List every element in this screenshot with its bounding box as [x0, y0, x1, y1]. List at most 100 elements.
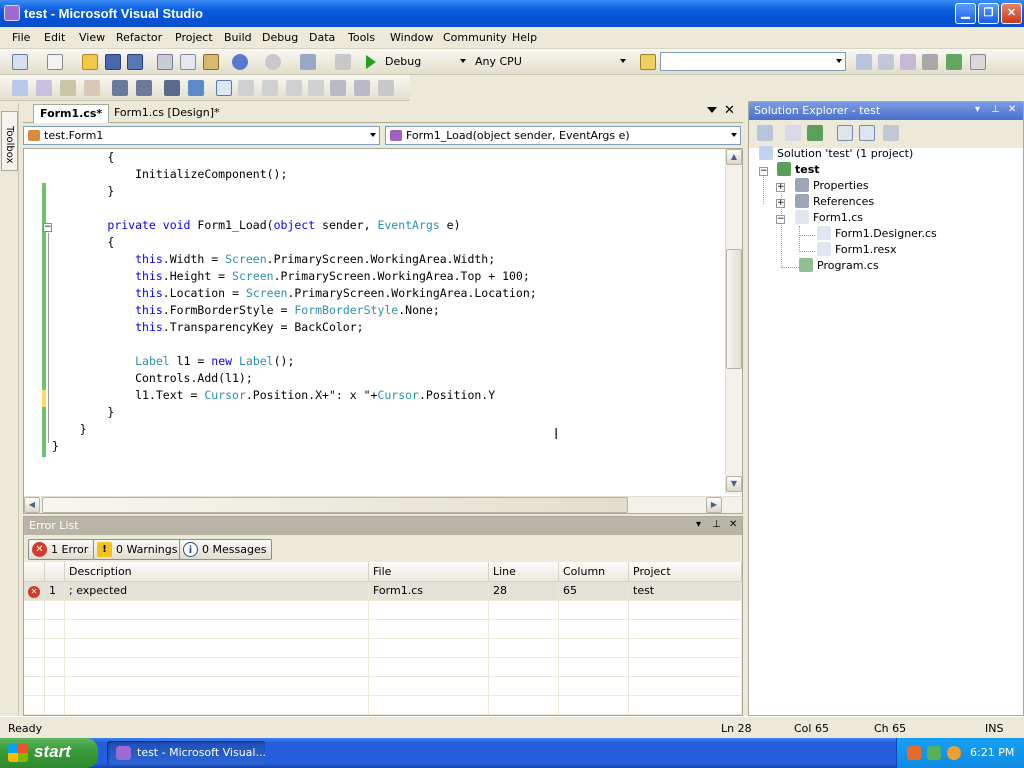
members-combo[interactable]: Form1_Load(object sender, EventArgs e): [385, 126, 741, 145]
close-panel-icon[interactable]: ✕: [1008, 104, 1016, 115]
next-bookmark-icon[interactable]: [262, 80, 278, 96]
find-in-files-icon[interactable]: [640, 54, 656, 70]
redo-icon[interactable]: [265, 54, 281, 70]
maximize-button[interactable]: ❐: [978, 3, 999, 24]
vertical-scroll-thumb[interactable]: [726, 249, 742, 369]
tab-form1-design[interactable]: Form1.cs [Design]*: [108, 104, 226, 123]
collapse-test-icon[interactable]: −: [759, 167, 768, 176]
code-line[interactable]: }: [52, 183, 114, 200]
toolbox-icon[interactable]: [922, 54, 938, 70]
save-all-icon[interactable]: [127, 54, 143, 70]
find-combo[interactable]: [660, 52, 846, 71]
errors-filter-button[interactable]: ✕ 1 Error: [28, 539, 95, 560]
close-panel-icon[interactable]: ✕: [729, 519, 737, 530]
minimize-button[interactable]: ▁: [955, 3, 976, 24]
other-windows-icon[interactable]: [970, 54, 986, 70]
comment-lines-icon[interactable]: [164, 80, 180, 96]
tree-node-form1-designer[interactable]: Form1.Designer.cs: [817, 226, 937, 242]
code-line[interactable]: this.FormBorderStyle = FormBorderStyle.N…: [52, 302, 440, 319]
solution-config-combo[interactable]: Debug: [380, 52, 470, 71]
copy-icon[interactable]: [180, 54, 196, 70]
code-line[interactable]: }: [52, 421, 87, 438]
start-debugging-icon[interactable]: [366, 55, 376, 69]
next-bookmark-in-document-icon[interactable]: [354, 80, 370, 96]
code-line[interactable]: Controls.Add(l1);: [52, 370, 253, 387]
show-all-files-icon[interactable]: [785, 125, 801, 141]
add-item-icon[interactable]: [47, 54, 63, 70]
types-combo[interactable]: test.Form1: [23, 126, 380, 145]
toolbox-tab[interactable]: Toolbox: [1, 111, 18, 171]
column-header-column[interactable]: Column: [558, 562, 629, 582]
collapse-form1-icon[interactable]: −: [776, 215, 785, 224]
tree-node-project[interactable]: test: [777, 162, 820, 178]
view-class-diagram-icon[interactable]: [883, 125, 899, 141]
save-icon[interactable]: [105, 54, 121, 70]
display-parameter-info-icon[interactable]: [36, 80, 52, 96]
menu-project[interactable]: Project: [175, 31, 213, 44]
clear-bookmarks-icon[interactable]: [378, 80, 394, 96]
open-folder-icon[interactable]: [82, 54, 98, 70]
previous-bookmark-icon[interactable]: [238, 80, 254, 96]
previous-bookmark-in-folder-icon[interactable]: [286, 80, 302, 96]
auto-hide-pin-icon[interactable]: ⊥: [991, 104, 1000, 115]
code-line[interactable]: this.Location = Screen.PrimaryScreen.Wor…: [52, 285, 537, 302]
properties-window-icon[interactable]: [878, 54, 894, 70]
menu-community[interactable]: Community: [443, 31, 507, 44]
refresh-icon[interactable]: [807, 125, 823, 141]
start-button[interactable]: start: [0, 738, 98, 768]
tray-search-icon[interactable]: [947, 746, 961, 760]
window-title-bar[interactable]: test - Microsoft Visual Studio ▁ ❐ ✕: [0, 0, 1024, 27]
menu-refactor[interactable]: Refactor: [116, 31, 162, 44]
menu-edit[interactable]: Edit: [44, 31, 65, 44]
menu-file[interactable]: File: [12, 31, 30, 44]
increase-indent-icon[interactable]: [136, 80, 152, 96]
code-line[interactable]: {: [52, 234, 114, 251]
tree-node-program-cs[interactable]: Program.cs: [799, 258, 879, 274]
menu-build[interactable]: Build: [224, 31, 252, 44]
scroll-left-button[interactable]: ◀: [24, 497, 40, 513]
code-line[interactable]: }: [52, 404, 114, 421]
scroll-right-button[interactable]: ▶: [706, 497, 722, 513]
decrease-indent-icon[interactable]: [112, 80, 128, 96]
expand-properties-icon[interactable]: +: [776, 183, 785, 192]
expand-references-icon[interactable]: +: [776, 199, 785, 208]
taskbar-item-visual-studio[interactable]: test - Microsoft Visual...: [107, 741, 266, 765]
warnings-filter-button[interactable]: ! 0 Warnings: [93, 539, 184, 560]
panel-dropdown-icon[interactable]: ▾: [696, 519, 701, 530]
close-document-icon[interactable]: ✕: [724, 103, 735, 118]
code-line[interactable]: l1.Text = Cursor.Position.X+": x "+Curso…: [52, 387, 495, 404]
menu-tools[interactable]: Tools: [348, 31, 375, 44]
code-line[interactable]: private void Form1_Load(object sender, E…: [52, 217, 460, 234]
auto-hide-pin-icon[interactable]: ⊥: [712, 519, 721, 530]
menu-view[interactable]: View: [79, 31, 105, 44]
active-files-dropdown-icon[interactable]: [707, 107, 717, 113]
code-line[interactable]: InitializeComponent();: [52, 166, 287, 183]
close-button[interactable]: ✕: [1001, 3, 1022, 24]
solution-platform-combo[interactable]: Any CPU: [470, 52, 630, 71]
code-line[interactable]: }: [52, 438, 59, 455]
code-editor[interactable]: − { InitializeComponent(); } private voi…: [23, 148, 743, 514]
horizontal-scroll-thumb[interactable]: [42, 497, 628, 513]
menu-data[interactable]: Data: [309, 31, 335, 44]
quick-info-icon[interactable]: [60, 80, 76, 96]
scroll-up-button[interactable]: ▲: [726, 149, 742, 165]
code-text[interactable]: { InitializeComponent(); } private void …: [52, 149, 724, 494]
paste-icon[interactable]: [203, 54, 219, 70]
tree-node-properties[interactable]: Properties: [795, 178, 869, 194]
tree-node-form1-cs[interactable]: Form1.cs: [795, 210, 863, 226]
solution-explorer-icon[interactable]: [856, 54, 872, 70]
next-bookmark-in-folder-icon[interactable]: [308, 80, 324, 96]
code-line[interactable]: this.Height = Screen.PrimaryScreen.Worki…: [52, 268, 530, 285]
undo-icon[interactable]: [232, 54, 248, 70]
display-object-member-list-icon[interactable]: [12, 80, 28, 96]
view-code-icon[interactable]: [837, 125, 853, 141]
code-line[interactable]: this.TransparencyKey = BackColor;: [52, 319, 364, 336]
column-header-index[interactable]: [44, 562, 65, 582]
object-browser-icon[interactable]: [900, 54, 916, 70]
column-header-line[interactable]: Line: [488, 562, 559, 582]
navigate-forward-icon[interactable]: [335, 54, 351, 70]
scroll-down-button[interactable]: ▼: [726, 476, 742, 492]
error-row[interactable]: ✕ 1 ; expected Form1.cs 28 65 test: [24, 581, 742, 601]
menu-debug[interactable]: Debug: [262, 31, 298, 44]
editor-horizontal-scrollbar[interactable]: ◀ ▶: [24, 496, 742, 513]
